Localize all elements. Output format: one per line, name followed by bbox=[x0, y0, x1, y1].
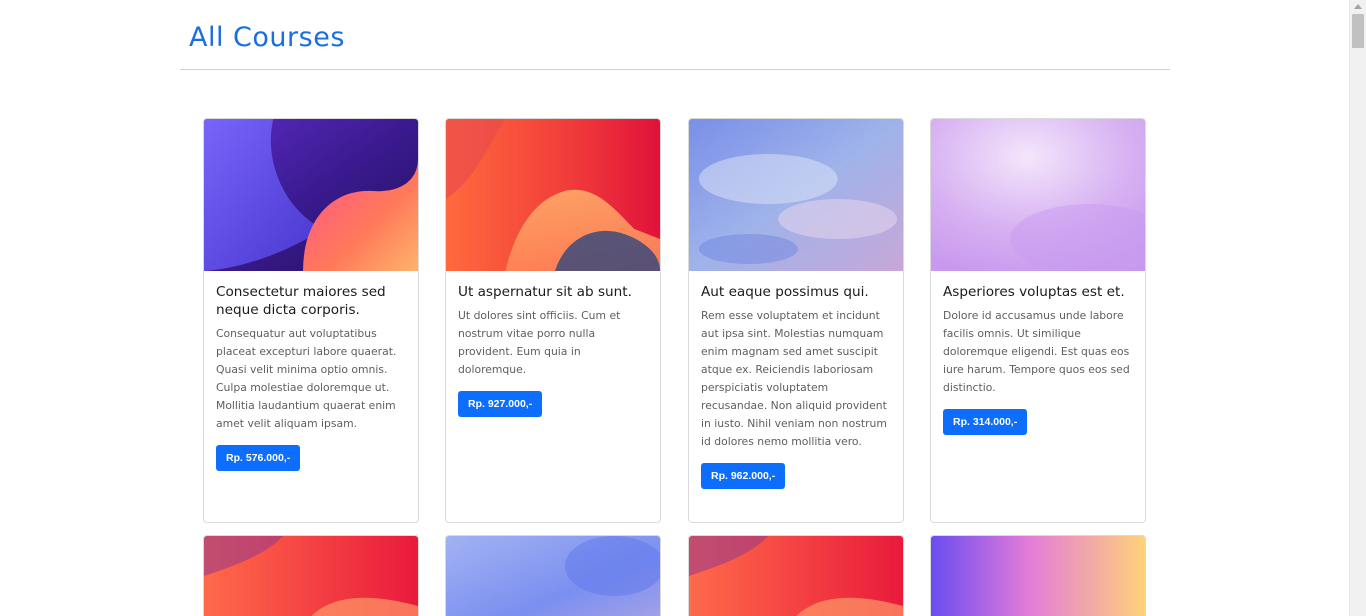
course-thumbnail bbox=[689, 536, 903, 616]
course-thumbnail bbox=[446, 119, 660, 271]
page-title: All Courses bbox=[189, 22, 345, 53]
price-button[interactable]: Rp. 927.000,- bbox=[458, 391, 543, 417]
price-button[interactable]: Rp. 314.000,- bbox=[943, 409, 1028, 435]
course-card[interactable]: Aut eaque possimus qui. Rem esse volupta… bbox=[688, 118, 904, 523]
vertical-scrollbar[interactable] bbox=[1349, 0, 1366, 616]
course-title: Asperiores voluptas est et. bbox=[943, 284, 1125, 300]
course-title: Consectetur maiores sed neque dicta corp… bbox=[216, 284, 386, 318]
course-description: Ut dolores sint officiis. Cum et nostrum… bbox=[458, 309, 621, 376]
course-card[interactable]: Asperiores voluptas est et. Dolore id ac… bbox=[930, 118, 1146, 523]
course-thumbnail bbox=[204, 536, 418, 616]
course-thumbnail bbox=[931, 536, 1145, 616]
course-card[interactable] bbox=[203, 535, 419, 616]
course-card[interactable] bbox=[688, 535, 904, 616]
course-card[interactable]: Ut aspernatur sit ab sunt. Ut dolores si… bbox=[445, 118, 661, 523]
price-button[interactable]: Rp. 576.000,- bbox=[216, 445, 301, 471]
course-card[interactable]: Consectetur maiores sed neque dicta corp… bbox=[203, 118, 419, 523]
course-title: Ut aspernatur sit ab sunt. bbox=[458, 284, 632, 300]
course-description: Consequatur aut voluptatibus placeat exc… bbox=[216, 327, 397, 430]
title-divider bbox=[180, 69, 1170, 70]
course-card[interactable] bbox=[930, 535, 1146, 616]
course-description: Rem esse voluptatem et incidunt aut ipsa… bbox=[701, 309, 887, 448]
scroll-up-arrow-icon[interactable] bbox=[1354, 4, 1362, 9]
course-description: Dolore id accusamus unde labore facilis … bbox=[943, 309, 1130, 394]
course-thumbnail bbox=[931, 119, 1145, 271]
course-thumbnail bbox=[204, 119, 418, 271]
price-button[interactable]: Rp. 962.000,- bbox=[701, 463, 786, 489]
course-list-page: All Courses Consectetur maiores sed nequ… bbox=[0, 0, 1349, 616]
course-thumbnail bbox=[446, 536, 660, 616]
scrollbar-thumb[interactable] bbox=[1352, 14, 1364, 48]
course-title: Aut eaque possimus qui. bbox=[701, 284, 869, 300]
course-thumbnail bbox=[689, 119, 903, 271]
course-card[interactable] bbox=[445, 535, 661, 616]
